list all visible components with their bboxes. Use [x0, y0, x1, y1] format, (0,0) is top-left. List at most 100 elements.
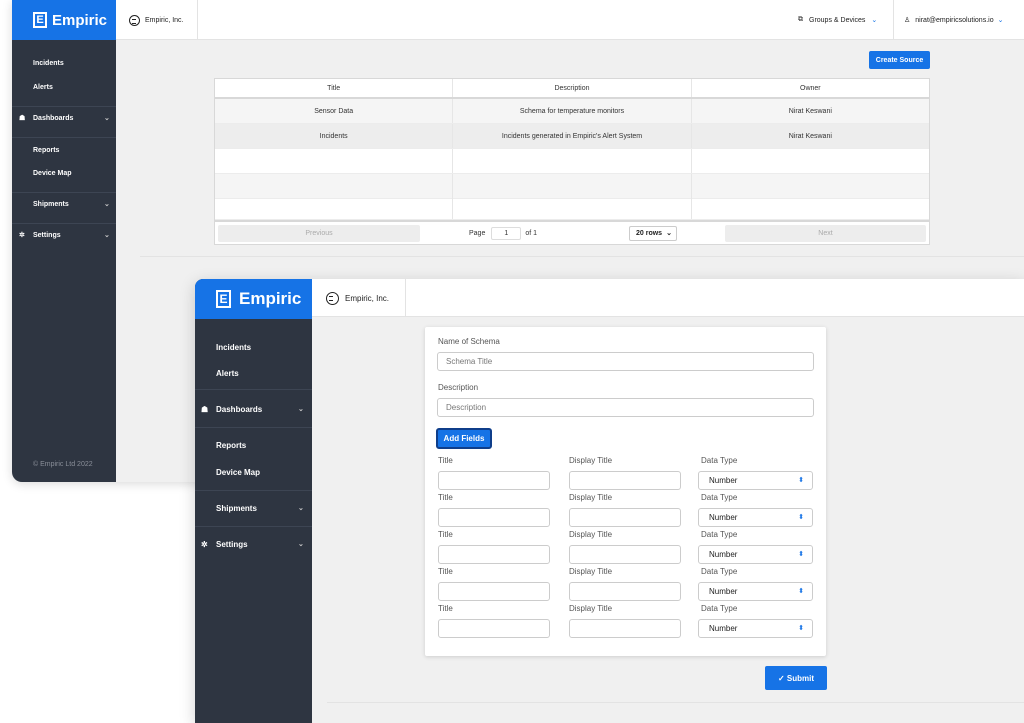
table-row[interactable]	[215, 174, 929, 199]
table-cell: Schema for temperature monitors	[453, 99, 692, 123]
sidebar-item-label: Reports	[33, 146, 60, 154]
page-indicator: Page 1 of 1	[469, 227, 537, 240]
column-header-description[interactable]: Description	[453, 79, 692, 97]
field-title-label: Title	[438, 530, 453, 539]
field-data-type-select[interactable]: Number ⬍	[698, 545, 813, 564]
brand-logo[interactable]: E Empiric	[12, 0, 116, 40]
chevron-down-icon: ⌄	[298, 541, 304, 548]
rows-per-page-value: 20 rows	[636, 230, 663, 237]
company-switcher[interactable]: Empiric, Inc.	[116, 0, 198, 40]
field-display-title-label: Display Title	[569, 456, 613, 465]
sidebar-item-label: Shipments	[216, 504, 257, 513]
field-data-type-select[interactable]: Number ⬍	[698, 582, 813, 601]
add-fields-button[interactable]: Add Fields	[436, 428, 492, 449]
schema-form: Name of Schema Schema Title Description …	[425, 327, 826, 656]
sidebar-item-label: Device Map	[216, 468, 261, 477]
sidebar-item-label: Shipments	[33, 200, 69, 208]
table-cell	[453, 174, 692, 198]
company-name: Empiric, Inc.	[345, 293, 390, 303]
table-cell	[215, 197, 454, 219]
company-switcher[interactable]: Empiric, Inc.	[312, 279, 406, 317]
schema-title-input[interactable]: Schema Title	[437, 352, 814, 371]
field-data-type-label: Data Type	[701, 493, 738, 502]
create-source-button[interactable]: Create Source	[869, 51, 930, 69]
data-type-value: Number	[709, 476, 738, 485]
chevron-down-icon: ⌄	[666, 230, 672, 237]
data-type-value: Number	[709, 550, 738, 559]
sidebar: E Empiric Incidents Alerts ☗ Dashboards …	[12, 0, 116, 482]
chevron-down-icon: ⌄	[871, 17, 878, 24]
field-title-label: Title	[438, 493, 453, 502]
sidebar-divider	[12, 192, 116, 193]
check-icon: ✓	[777, 673, 785, 683]
groups-devices-menu[interactable]: ⧉ Groups & Devices ⌄	[798, 0, 877, 40]
user-email: nirat@empiricsolutions.io	[915, 16, 994, 24]
table-cell	[692, 149, 929, 173]
brand-name: Empiric	[52, 11, 108, 29]
dashboard-icon: ☗	[19, 115, 26, 122]
chevron-down-icon: ⌄	[298, 505, 304, 512]
description-input[interactable]: Description	[437, 398, 814, 417]
previous-page-button[interactable]: Previous	[218, 225, 420, 242]
chevron-down-icon: ⌄	[104, 115, 110, 122]
table-cell: Sensor Data	[215, 99, 454, 123]
field-display-title-input[interactable]	[569, 619, 681, 638]
user-menu[interactable]: ♙ nirat@empiricsolutions.io ⌄	[893, 0, 1003, 40]
sidebar-item-label: Alerts	[216, 369, 239, 378]
column-header-owner[interactable]: Owner	[692, 79, 929, 97]
table-cell: Nirat Keswani	[788, 133, 832, 140]
sidebar-divider	[12, 137, 116, 138]
sidebar-item-label: Reports	[216, 441, 247, 450]
brand-logo[interactable]: E Empiric	[195, 279, 312, 319]
field-display-title-input[interactable]	[569, 545, 681, 564]
field-display-title-label: Display Title	[569, 567, 613, 576]
sidebar-divider	[12, 223, 116, 224]
sidebar-divider	[12, 106, 116, 107]
field-title-input[interactable]	[438, 545, 550, 564]
field-display-title-input[interactable]	[569, 582, 681, 601]
field-data-type-label: Data Type	[701, 567, 738, 576]
table-cell: Nirat Keswani	[788, 108, 832, 115]
sidebar-item-label: Incidents	[33, 59, 64, 67]
field-title-input[interactable]	[438, 619, 550, 638]
field-title-label: Title	[438, 456, 453, 465]
field-data-type-label: Data Type	[701, 456, 738, 465]
table-row[interactable]: Sensor Data Schema for temperature monit…	[215, 99, 929, 124]
field-data-type-select[interactable]: Number ⬍	[698, 619, 813, 638]
table-cell	[215, 174, 454, 198]
field-display-title-label: Display Title	[569, 530, 613, 539]
top-bar: Empiric, Inc. ⧉ Groups & Devices ⌄ ♙ nir…	[116, 0, 1024, 40]
submit-button[interactable]: ✓ Submit	[765, 666, 827, 690]
field-title-input[interactable]	[438, 471, 550, 490]
field-title-input[interactable]	[438, 508, 550, 527]
rows-per-page-select[interactable]: 20 rows ⌄	[629, 226, 677, 241]
chevron-down-icon: ⌄	[104, 201, 110, 208]
field-data-type-select[interactable]: Number ⬍	[698, 508, 813, 527]
page-label: Page	[469, 230, 486, 237]
pagination-bar: Previous Page 1 of 1 20 rows ⌄ Next	[215, 220, 929, 244]
table-row[interactable]	[215, 197, 929, 220]
data-type-value: Number	[709, 587, 738, 596]
sidebar-divider	[195, 526, 312, 527]
company-icon	[129, 14, 140, 26]
devices-icon: ⧉	[798, 16, 803, 23]
field-title-input[interactable]	[438, 582, 550, 601]
field-display-title-input[interactable]	[569, 471, 681, 490]
field-data-type-label: Data Type	[701, 604, 738, 613]
dashboard-icon: ☗	[201, 405, 209, 414]
sidebar-item-label: Alerts	[33, 83, 53, 91]
field-data-type-select[interactable]: Number ⬍	[698, 471, 813, 490]
column-header-title[interactable]: Title	[215, 79, 454, 97]
table-row[interactable]: Incidents Incidents generated in Empiric…	[215, 124, 929, 149]
page-number-input[interactable]: 1	[491, 227, 522, 240]
table-row[interactable]	[215, 149, 929, 174]
field-display-title-input[interactable]	[569, 508, 681, 527]
field-data-type-label: Data Type	[701, 530, 738, 539]
next-page-button[interactable]: Next	[725, 225, 926, 242]
divider	[140, 256, 1024, 257]
table-cell	[692, 197, 929, 219]
gear-icon: ✲	[19, 232, 25, 239]
data-type-value: Number	[709, 624, 738, 633]
table-cell: Incidents	[215, 124, 454, 148]
table-cell	[453, 197, 692, 219]
